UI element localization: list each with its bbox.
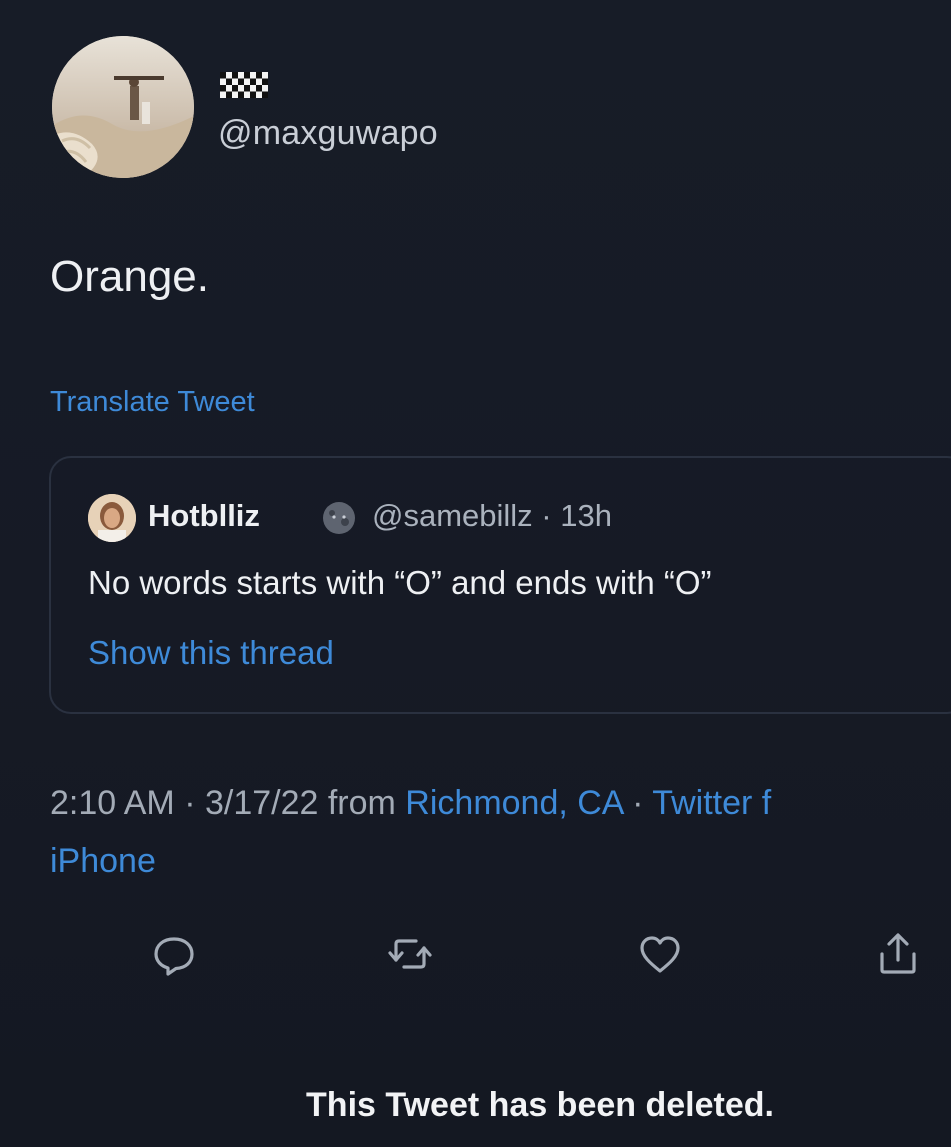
quoted-author-avatar[interactable]	[88, 494, 136, 542]
tweet-location-link[interactable]: Richmond, CA	[405, 784, 622, 822]
translate-tweet-link[interactable]: Translate Tweet	[50, 386, 255, 419]
tweet-source-link-line2[interactable]: iPhone	[50, 842, 156, 881]
deleted-tweet-notice: This Tweet has been deleted.	[306, 1086, 774, 1124]
checkered-flag-icon	[220, 72, 268, 98]
author-avatar[interactable]	[52, 36, 194, 178]
heart-icon[interactable]	[636, 930, 684, 978]
author-handle[interactable]: @maxguwapo	[218, 114, 438, 153]
quoted-handle-time: @samebillz · 13h	[372, 498, 612, 533]
tweet-time-date: 2:10 AM · 3/17/22 from	[50, 784, 396, 822]
show-thread-link[interactable]: Show this thread	[88, 634, 334, 672]
tweet-detail-page: @maxguwapo Orange. Translate Tweet Hotbl…	[0, 0, 951, 1147]
reply-icon[interactable]	[150, 930, 198, 978]
tweet-source-link[interactable]: Twitter f	[652, 784, 771, 822]
share-icon[interactable]	[874, 930, 922, 978]
retweet-icon[interactable]	[386, 930, 434, 978]
meta-separator: ·	[622, 784, 653, 822]
tweet-text: Orange.	[50, 252, 209, 301]
moon-face-emoji-icon	[316, 498, 362, 538]
quoted-author-name[interactable]: Hotblliz	[148, 498, 260, 534]
quoted-tweet-text: No words starts with “O” and ends with “…	[88, 564, 712, 601]
tweet-meta: 2:10 AM · 3/17/22 from Richmond, CA · Tw…	[50, 784, 951, 823]
